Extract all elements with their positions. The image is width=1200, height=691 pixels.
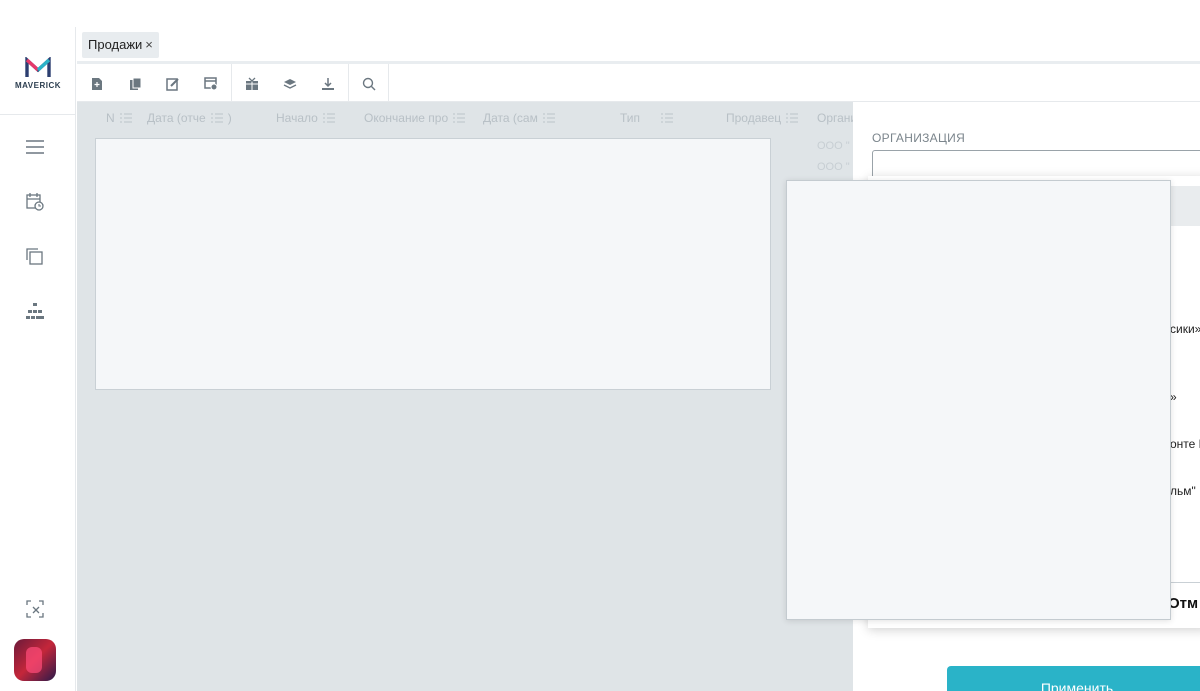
column-label: Продавец xyxy=(726,111,782,125)
app-window: MAVERICK Продажи × N Дата (отче) Начало… xyxy=(0,0,1200,691)
filter-list-icon[interactable] xyxy=(210,112,224,124)
column-label: Органи xyxy=(817,111,858,125)
copy-document-icon[interactable] xyxy=(123,72,147,96)
column-header-start[interactable]: Начало xyxy=(276,111,336,125)
filter-list-icon[interactable] xyxy=(322,112,336,124)
column-label: Окончание про xyxy=(364,111,449,125)
sidebar: MAVERICK xyxy=(0,27,76,691)
organization-label: ОРГАНИЗАЦИЯ xyxy=(872,131,966,145)
filter-list-icon[interactable] xyxy=(119,112,133,124)
blank-popup xyxy=(786,180,1171,620)
toolbar xyxy=(77,61,1200,104)
filter-list-icon[interactable] xyxy=(452,112,466,124)
column-label: Дата (сам xyxy=(483,111,538,125)
gift-box-icon[interactable] xyxy=(240,72,264,96)
cancel-button[interactable]: Отм xyxy=(1168,595,1198,612)
column-label-tail: ) xyxy=(227,111,232,125)
download-icon[interactable] xyxy=(316,72,340,96)
collapse-selection-icon[interactable] xyxy=(23,597,47,621)
column-header-report-date[interactable]: Дата (отче ) xyxy=(147,111,232,125)
table-cell-organization: ООО " xyxy=(817,161,850,173)
copy-windows-icon[interactable] xyxy=(23,245,47,269)
column-header-seller[interactable]: Продавец xyxy=(726,111,799,125)
tab-label: Продажи xyxy=(88,37,143,52)
calendar-clock-icon[interactable] xyxy=(23,190,47,214)
toolbar-divider xyxy=(348,64,349,104)
column-header-end[interactable]: Окончание про xyxy=(364,111,466,125)
layers-icon[interactable] xyxy=(278,72,302,96)
column-header-organization[interactable]: Органи xyxy=(817,111,857,125)
toolbar-divider xyxy=(231,64,232,104)
search-icon[interactable] xyxy=(357,72,381,96)
sidebar-divider xyxy=(0,114,76,115)
filter-list-icon[interactable] xyxy=(785,112,799,124)
menu-icon[interactable] xyxy=(23,135,47,159)
apply-button[interactable]: Применить xyxy=(947,666,1200,691)
brand-name: MAVERICK xyxy=(14,81,62,90)
tab-bar: Продажи × xyxy=(77,27,1200,61)
column-label: N xyxy=(106,111,115,125)
column-label: Дата (отче xyxy=(147,111,206,125)
edit-document-icon[interactable] xyxy=(161,72,185,96)
new-document-icon[interactable] xyxy=(85,72,109,96)
column-header-number[interactable]: N xyxy=(106,111,133,125)
card-settings-icon[interactable] xyxy=(199,72,223,96)
grid-header: N Дата (отче ) Начало Окончание про Дата… xyxy=(77,102,857,135)
column-label: Тип xyxy=(620,111,641,125)
dropdown-option[interactable]: сики» xyxy=(1170,322,1200,336)
user-avatar[interactable] xyxy=(14,639,56,681)
tab-sales[interactable]: Продажи × xyxy=(82,32,159,58)
empty-grid-placeholder xyxy=(95,138,771,390)
table-cell-organization: ООО " xyxy=(817,140,850,152)
dropdown-option[interactable]: льм" xyxy=(1170,484,1196,498)
grid-area: N Дата (отче ) Начало Окончание про Дата… xyxy=(77,102,857,691)
column-label: Начало xyxy=(276,111,318,125)
dropdown-option[interactable]: онте И xyxy=(1170,437,1200,451)
hierarchy-icon[interactable] xyxy=(23,299,47,323)
close-icon[interactable]: × xyxy=(145,32,153,58)
column-header-type[interactable]: Тип xyxy=(620,111,674,125)
toolbar-divider xyxy=(388,64,389,104)
filter-list-icon[interactable] xyxy=(660,112,674,124)
dropdown-option[interactable]: » xyxy=(1170,390,1177,404)
filter-list-icon[interactable] xyxy=(542,112,556,124)
logo[interactable]: MAVERICK xyxy=(0,57,76,117)
column-header-sale-date[interactable]: Дата (сам xyxy=(483,111,556,125)
maverick-logo-icon xyxy=(25,57,51,77)
